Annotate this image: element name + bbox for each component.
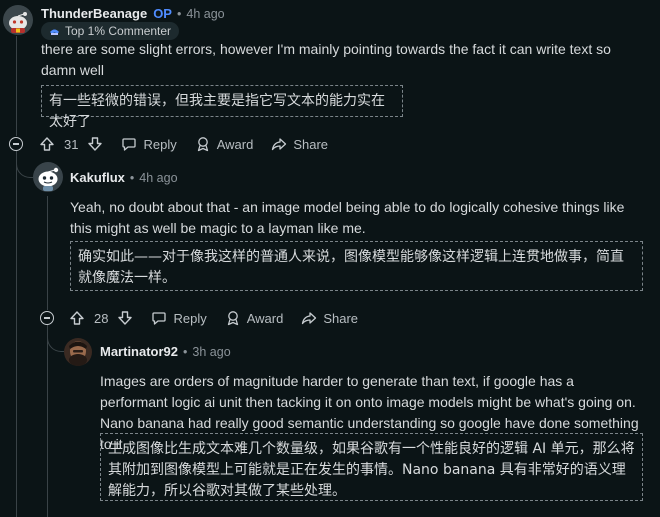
award-icon bbox=[227, 311, 238, 326]
comment-username[interactable]: ThunderBeanage bbox=[41, 6, 147, 21]
comment-body: Yeah, no doubt about that - an image mod… bbox=[70, 199, 625, 236]
flair-text: Top 1% Commenter bbox=[65, 24, 172, 38]
snoo-avatar-icon bbox=[3, 5, 33, 35]
thread-line bbox=[16, 36, 17, 136]
user-flair: Top 1% Commenter bbox=[41, 22, 180, 40]
avatar[interactable] bbox=[3, 5, 33, 35]
award-button[interactable]: Award bbox=[195, 136, 254, 152]
comment-time[interactable]: 3h ago bbox=[192, 345, 230, 359]
upvote-icon[interactable] bbox=[69, 310, 85, 326]
comment-time[interactable]: 4h ago bbox=[139, 171, 177, 185]
separator: • bbox=[129, 170, 135, 185]
award-label: Award bbox=[246, 310, 284, 326]
award-icon bbox=[197, 137, 208, 152]
collapse-icon[interactable] bbox=[9, 137, 23, 151]
op-badge: OP bbox=[153, 6, 172, 21]
upvote-icon[interactable] bbox=[39, 136, 55, 152]
share-button[interactable]: Share bbox=[301, 310, 358, 326]
comment-actions: 28 Reply Award Share bbox=[69, 304, 376, 332]
reply-button[interactable]: Reply bbox=[151, 310, 207, 326]
comment-username[interactable]: Kakuflux bbox=[70, 170, 125, 185]
separator: • bbox=[176, 6, 182, 21]
thread-branch bbox=[16, 150, 33, 178]
vote-count: 28 bbox=[94, 310, 109, 326]
collapse-icon[interactable] bbox=[40, 311, 54, 325]
thread-branch bbox=[47, 324, 64, 352]
downvote-icon[interactable] bbox=[87, 136, 103, 152]
award-label: Award bbox=[216, 136, 254, 152]
flair-icon bbox=[50, 29, 59, 35]
downvote-icon[interactable] bbox=[117, 310, 133, 326]
separator: • bbox=[183, 344, 188, 359]
share-icon bbox=[302, 312, 317, 325]
snoo-avatar-icon bbox=[33, 162, 63, 192]
award-button[interactable]: Award bbox=[225, 310, 284, 326]
reply-button[interactable]: Reply bbox=[121, 136, 177, 152]
share-label: Share bbox=[293, 136, 329, 152]
comment-actions: 31 Reply Award Share bbox=[39, 130, 346, 158]
comment-translation: 确实如此——对于像我这样的普通人来说，图像模型能够像这样逻辑上连贯地做事，简直就… bbox=[70, 241, 643, 291]
avatar[interactable] bbox=[64, 338, 92, 366]
thread-line bbox=[16, 152, 17, 517]
reply-label: Reply bbox=[143, 136, 177, 152]
comment-translation: 有一些轻微的错误，但我主要是指它写文本的能力实在太好了 bbox=[41, 85, 403, 130]
reply-icon bbox=[122, 138, 137, 151]
avatar[interactable] bbox=[33, 162, 63, 192]
comment-body: there are some slight errors, however I'… bbox=[41, 41, 611, 78]
vote-count: 31 bbox=[64, 136, 79, 152]
thread-line bbox=[47, 196, 48, 310]
reply-label: Reply bbox=[173, 310, 207, 326]
share-icon bbox=[272, 138, 287, 151]
user-photo-avatar bbox=[64, 338, 92, 366]
comment-translation: 生成图像比生成文本难几个数量级，如果谷歌有一个性能良好的逻辑 AI 单元，那么将… bbox=[100, 433, 643, 501]
thread-line bbox=[47, 326, 48, 517]
reply-icon bbox=[152, 312, 167, 325]
share-label: Share bbox=[323, 310, 359, 326]
comment-time[interactable]: 4h ago bbox=[186, 7, 224, 21]
share-button[interactable]: Share bbox=[271, 136, 328, 152]
comment-username[interactable]: Martinator92 bbox=[100, 344, 178, 359]
